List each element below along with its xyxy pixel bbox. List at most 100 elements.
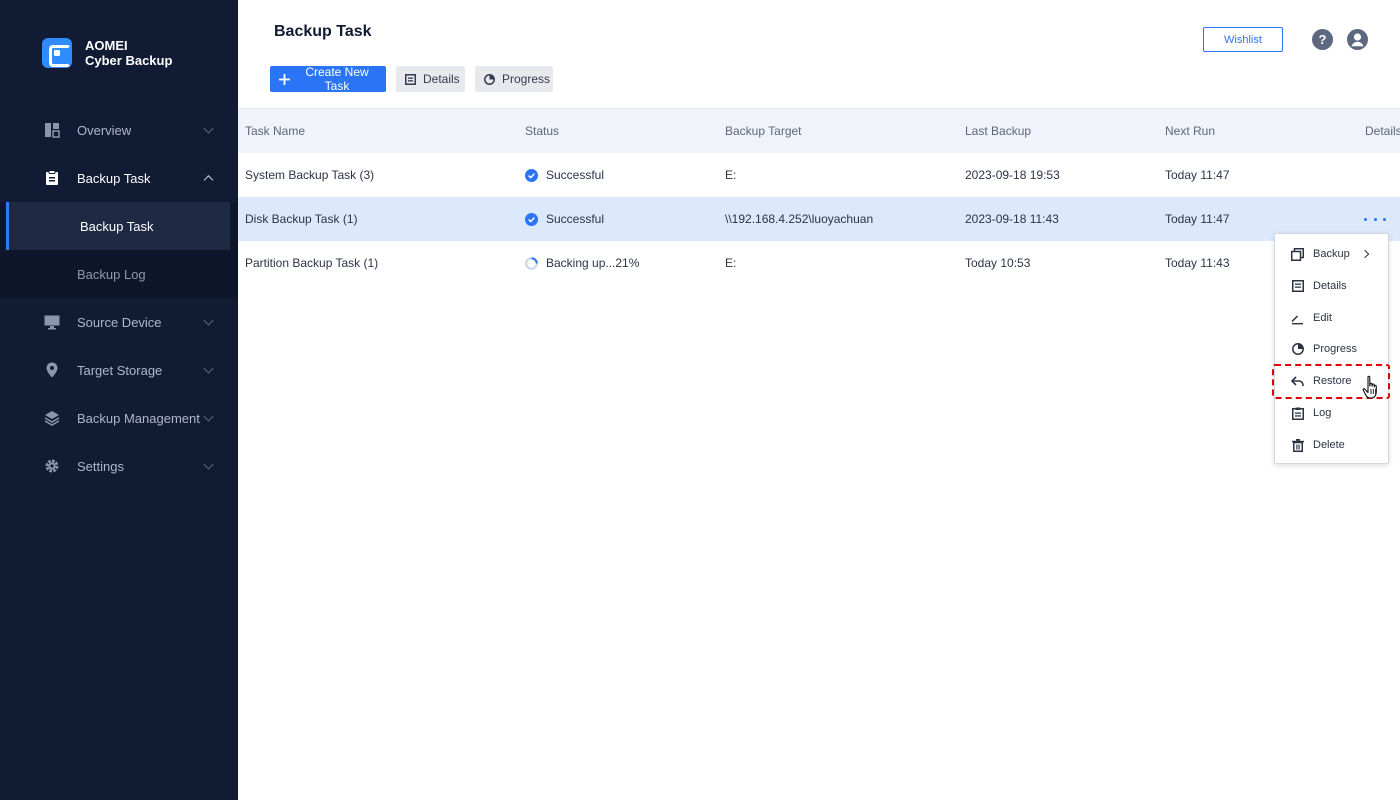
next-run: Today 11:43 bbox=[1165, 256, 1230, 270]
task-name: Partition Backup Task (1) bbox=[245, 256, 379, 270]
log-icon bbox=[1291, 407, 1304, 420]
last-backup: 2023-09-18 19:53 bbox=[965, 168, 1060, 182]
sidebar-subitem-backup-log[interactable]: Backup Log bbox=[0, 250, 238, 298]
sidebar-item-label: Source Device bbox=[77, 314, 162, 330]
details-label: Details bbox=[423, 72, 460, 86]
overview-icon bbox=[44, 122, 60, 138]
trash-icon bbox=[1291, 438, 1304, 452]
clipboard-icon bbox=[44, 170, 60, 186]
table-row[interactable]: System Backup Task (3) Successful E: 202… bbox=[238, 153, 1400, 197]
sidebar-item-label: Backup Management bbox=[77, 410, 200, 426]
edit-icon bbox=[1291, 312, 1304, 325]
brand-line2: Cyber Backup bbox=[85, 53, 173, 68]
check-circle-icon bbox=[525, 168, 538, 182]
next-run: Today 11:47 bbox=[1165, 168, 1230, 182]
last-backup: 2023-09-18 11:43 bbox=[965, 212, 1059, 226]
chevron-down-icon bbox=[203, 363, 214, 374]
backup-target: E: bbox=[725, 256, 737, 270]
context-menu: Backup Details Edit Progress Restore Log bbox=[1274, 233, 1389, 464]
sidebar-item-label: Settings bbox=[77, 458, 124, 474]
sidebar-item-target-storage[interactable]: Target Storage bbox=[0, 346, 238, 394]
status-cell: Backing up...21% bbox=[525, 256, 639, 270]
details-button[interactable]: Details bbox=[396, 66, 465, 92]
col-status: Status bbox=[525, 124, 560, 138]
menu-item-label: Edit bbox=[1313, 312, 1332, 324]
brand: AOMEI Cyber Backup bbox=[42, 38, 172, 68]
details-icon bbox=[1291, 280, 1304, 293]
menu-item-label: Details bbox=[1313, 280, 1347, 292]
wishlist-button[interactable]: Wishlist bbox=[1203, 27, 1283, 52]
menu-item-restore[interactable]: Restore bbox=[1275, 367, 1388, 395]
user-avatar-icon[interactable] bbox=[1347, 29, 1368, 50]
col-backup-target: Backup Target bbox=[725, 124, 802, 138]
last-backup: Today 10:53 bbox=[965, 256, 1031, 270]
aomei-logo-icon bbox=[42, 38, 72, 68]
help-icon[interactable]: ? bbox=[1312, 29, 1333, 50]
sidebar: AOMEI Cyber Backup Overview Backup Task … bbox=[0, 0, 238, 800]
brand-text: AOMEI Cyber Backup bbox=[85, 38, 172, 68]
chevron-down-icon bbox=[203, 411, 214, 422]
progress-button[interactable]: Progress bbox=[475, 66, 553, 92]
col-details: Details bbox=[1365, 124, 1400, 138]
backup-target: E: bbox=[725, 168, 737, 182]
chevron-up-icon bbox=[203, 175, 214, 186]
sidebar-item-label: Target Storage bbox=[77, 362, 163, 378]
plus-icon bbox=[279, 73, 290, 85]
sidebar-item-source-device[interactable]: Source Device bbox=[0, 298, 238, 346]
more-options-icon[interactable] bbox=[1364, 212, 1386, 226]
menu-item-label: Delete bbox=[1313, 439, 1345, 451]
details-icon bbox=[405, 73, 416, 85]
sidebar-item-label: Overview bbox=[77, 122, 132, 138]
sidebar-item-backup-management[interactable]: Backup Management bbox=[0, 394, 238, 442]
chevron-down-icon bbox=[203, 123, 214, 134]
page-title: Backup Task bbox=[274, 23, 372, 40]
create-new-task-button[interactable]: Create New Task bbox=[270, 65, 386, 93]
chevron-down-icon bbox=[203, 459, 214, 470]
menu-item-delete[interactable]: Delete bbox=[1275, 431, 1388, 459]
menu-item-label: Backup bbox=[1313, 248, 1350, 260]
gear-icon bbox=[44, 458, 60, 474]
location-pin-icon bbox=[44, 362, 60, 378]
toolbar: Create New Task Details Progress bbox=[270, 65, 553, 93]
task-name: Disk Backup Task (1) bbox=[245, 212, 358, 226]
menu-item-log[interactable]: Log bbox=[1275, 399, 1388, 427]
task-name: System Backup Task (3) bbox=[245, 168, 375, 182]
spinner-icon bbox=[525, 256, 538, 270]
status-cell: Successful bbox=[525, 168, 604, 182]
table-header: Task Name Status Backup Target Last Back… bbox=[238, 108, 1400, 153]
status-text: Successful bbox=[546, 212, 605, 226]
table-row[interactable]: Partition Backup Task (1) Backing up...2… bbox=[238, 241, 1400, 285]
chevron-down-icon bbox=[203, 315, 214, 326]
monitor-icon bbox=[44, 314, 60, 330]
layers-icon bbox=[44, 410, 60, 426]
chevron-right-icon bbox=[1360, 249, 1370, 259]
menu-item-progress[interactable]: Progress bbox=[1275, 335, 1388, 363]
pie-icon bbox=[484, 73, 495, 85]
sidebar-item-overview[interactable]: Overview bbox=[0, 106, 238, 154]
menu-item-label: Progress bbox=[1313, 343, 1358, 355]
sidebar-item-backup-task[interactable]: Backup Task bbox=[0, 154, 238, 202]
menu-item-label: Restore bbox=[1313, 375, 1352, 387]
sidebar-nav: Overview Backup Task Backup Task Backup … bbox=[0, 106, 238, 490]
menu-item-edit[interactable]: Edit bbox=[1275, 304, 1388, 332]
backup-target: \\192.168.4.252\luoyachuan bbox=[725, 212, 874, 226]
status-cell: Successful bbox=[525, 212, 604, 226]
menu-item-label: Log bbox=[1313, 407, 1332, 419]
copy-icon bbox=[1291, 247, 1304, 261]
status-text: Successful bbox=[546, 168, 605, 182]
task-table: Task Name Status Backup Target Last Back… bbox=[238, 108, 1400, 285]
restore-arrow-icon bbox=[1291, 375, 1304, 388]
create-new-task-label: Create New Task bbox=[305, 65, 369, 93]
table-row[interactable]: Disk Backup Task (1) Successful \\192.16… bbox=[238, 197, 1400, 241]
sidebar-item-label: Backup Task bbox=[77, 170, 151, 186]
col-task-name: Task Name bbox=[245, 124, 306, 138]
status-text: Backing up...21% bbox=[546, 256, 640, 270]
col-last-backup: Last Backup bbox=[965, 124, 1032, 138]
check-circle-icon bbox=[525, 212, 538, 226]
sidebar-subitem-backup-task[interactable]: Backup Task bbox=[6, 202, 230, 250]
menu-item-details[interactable]: Details bbox=[1275, 272, 1388, 300]
progress-label: Progress bbox=[502, 72, 551, 86]
sidebar-item-settings[interactable]: Settings bbox=[0, 442, 238, 490]
col-next-run: Next Run bbox=[1165, 124, 1216, 138]
menu-item-backup[interactable]: Backup bbox=[1275, 240, 1388, 268]
